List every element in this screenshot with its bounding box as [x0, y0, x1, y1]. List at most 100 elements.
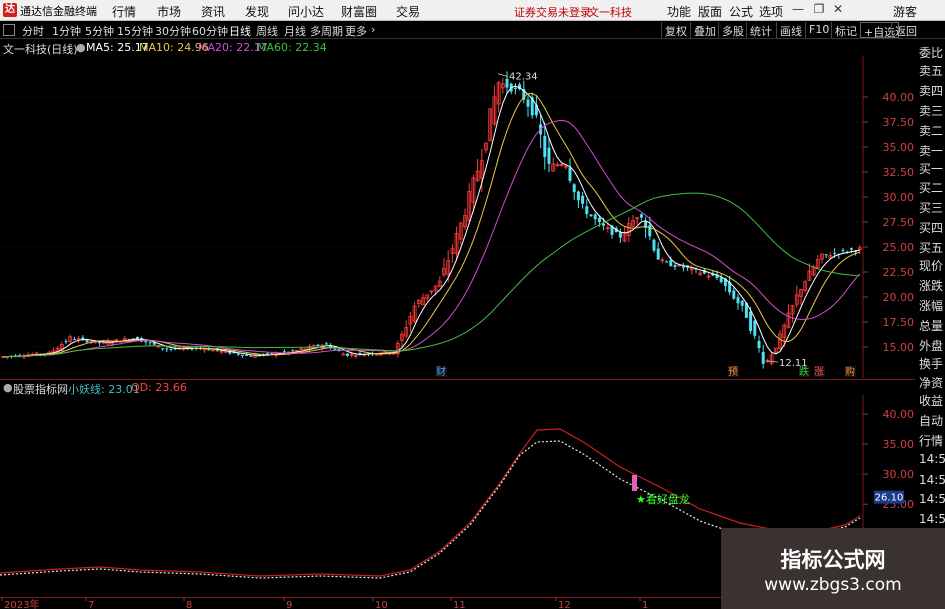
chevron-right-icon[interactable]: ›	[371, 23, 375, 36]
menu-gongshi[interactable]: 公式	[729, 3, 753, 20]
event-marker: 涨	[814, 366, 824, 378]
period-weekly[interactable]: 周线	[256, 23, 278, 39]
settings-dot-icon[interactable]: ●	[3, 381, 13, 394]
side-item[interactable]: 涨幅	[919, 297, 945, 314]
candle-body	[589, 214, 593, 217]
candle-body	[841, 249, 845, 251]
side-item[interactable]: 14:50	[919, 512, 945, 526]
settings-dot-icon[interactable]: ●	[76, 41, 86, 54]
menu-gongneng[interactable]: 功能	[667, 3, 691, 20]
candle-body	[736, 297, 740, 304]
side-item[interactable]: 收益	[919, 392, 945, 409]
candle-body	[236, 353, 240, 355]
side-item[interactable]: 换手	[919, 355, 945, 372]
candle-body	[761, 352, 765, 364]
menu-caifuquan[interactable]: 财富圈	[341, 3, 377, 20]
period-monthly[interactable]: 月线	[284, 23, 306, 39]
candle-body	[526, 99, 530, 107]
current-stock-name: 文一科技	[588, 6, 632, 19]
side-item[interactable]: 行情	[919, 432, 945, 449]
minimize-icon[interactable]: —	[790, 2, 806, 16]
restore-icon[interactable]: ❐	[811, 2, 827, 16]
guest-label[interactable]: 游客	[893, 3, 917, 20]
tool-tongji[interactable]: 统计	[746, 22, 775, 38]
side-item[interactable]: 涨跌	[919, 277, 945, 294]
price-tick-label: 35.00	[883, 141, 915, 154]
period-daily[interactable]: 日线	[229, 23, 251, 39]
side-item[interactable]: 委比	[919, 44, 945, 61]
side-item[interactable]: 总量	[919, 317, 945, 334]
candle-body	[572, 184, 576, 193]
side-item[interactable]: 卖一	[919, 142, 945, 159]
side-item[interactable]: 买三	[919, 199, 945, 216]
candle-body	[585, 206, 589, 215]
candle-body	[597, 217, 601, 223]
period-5min[interactable]: 5分钟	[85, 23, 114, 39]
close-icon[interactable]: ✕	[830, 2, 846, 16]
watermark-url: www.zbgs3.com	[764, 575, 902, 595]
menu-shichang[interactable]: 市场	[157, 3, 181, 20]
menu-jiaoyi[interactable]: 交易	[396, 3, 420, 20]
candle-body	[249, 355, 253, 357]
period-toolbar: 分时 1分钟 5分钟 15分钟 30分钟 60分钟 日线 周线 月线 多周期 更…	[0, 21, 945, 39]
event-marker: 跌	[799, 365, 809, 378]
menu-banmian[interactable]: 版面	[698, 3, 722, 20]
period-multi[interactable]: 多周期	[310, 23, 343, 39]
period-15min[interactable]: 15分钟	[117, 23, 153, 39]
candle-body	[757, 340, 761, 349]
side-item[interactable]: 现价	[919, 257, 945, 274]
time-tick-label: 10	[375, 600, 388, 609]
tool-biaoji[interactable]: 标记	[831, 22, 860, 38]
menu-hangqing[interactable]: 行情	[112, 3, 136, 20]
time-tick-label: 9	[286, 600, 292, 609]
candle-body	[648, 225, 652, 237]
candle-body	[148, 342, 152, 344]
side-item[interactable]: 自动	[919, 412, 945, 429]
candle-body	[81, 337, 85, 340]
side-item[interactable]: 外盘	[919, 337, 945, 354]
side-item[interactable]: 卖五	[919, 62, 945, 79]
watermark-banner: 指标公式网 www.zbgs3.com	[721, 528, 945, 609]
period-fenshi[interactable]: 分时	[22, 23, 44, 39]
candle-body	[618, 232, 622, 238]
side-item[interactable]: 买二	[919, 179, 945, 196]
candle-body	[169, 348, 173, 350]
layout-icon[interactable]	[3, 24, 15, 36]
side-item[interactable]: 卖三	[919, 102, 945, 119]
side-item[interactable]: 买五	[919, 239, 945, 256]
side-item[interactable]: 买一	[919, 160, 945, 177]
menu-zixun[interactable]: 资讯	[201, 3, 225, 20]
side-item[interactable]: 14:50	[919, 452, 945, 466]
stock-period-label: 文一科技(日线)	[3, 43, 78, 56]
tool-diejia[interactable]: 叠加	[690, 22, 719, 38]
price-tick-label: 17.50	[883, 316, 915, 329]
period-more[interactable]: 更多	[345, 23, 367, 39]
tool-huaxian[interactable]: 画线	[776, 22, 805, 38]
candle-body	[639, 214, 643, 218]
side-item[interactable]: 净资	[919, 374, 945, 391]
side-item[interactable]: 卖二	[919, 122, 945, 139]
high-label: 42.34	[509, 72, 538, 83]
candle-body	[64, 341, 68, 343]
time-tick-label: 11	[453, 600, 466, 609]
menu-faxian[interactable]: 发现	[245, 3, 269, 20]
side-item[interactable]: 14:50	[919, 473, 945, 487]
price-axis: 40.00 37.50 35.00 32.50 30.00 27.50 25.00 22.50…	[863, 91, 914, 354]
login-notice[interactable]: 证券交易未登录	[514, 4, 591, 20]
menu-xuanxiang[interactable]: 选项	[759, 3, 783, 20]
indicator-tick-label: 35.00	[883, 438, 915, 451]
tool-fuquan[interactable]: 复权	[661, 22, 690, 38]
tool-back[interactable]: 返回	[891, 22, 920, 38]
menu-wenxiaoda[interactable]: 问小达	[288, 3, 324, 20]
candle-body	[341, 353, 346, 356]
period-60min[interactable]: 60分钟	[192, 23, 228, 39]
period-30min[interactable]: 30分钟	[155, 23, 191, 39]
candlestick-chart[interactable]: 40.00 37.50 35.00 32.50 30.00 27.50 25.00 22.50…	[0, 56, 915, 378]
period-1min[interactable]: 1分钟	[52, 23, 81, 39]
side-item[interactable]: 卖四	[919, 82, 945, 99]
side-item[interactable]: 14:50	[919, 492, 945, 506]
tool-duogu[interactable]: 多股	[718, 22, 747, 38]
side-item[interactable]: 买四	[919, 219, 945, 236]
tool-f10[interactable]: F10	[805, 22, 832, 38]
candle-body	[673, 265, 677, 268]
